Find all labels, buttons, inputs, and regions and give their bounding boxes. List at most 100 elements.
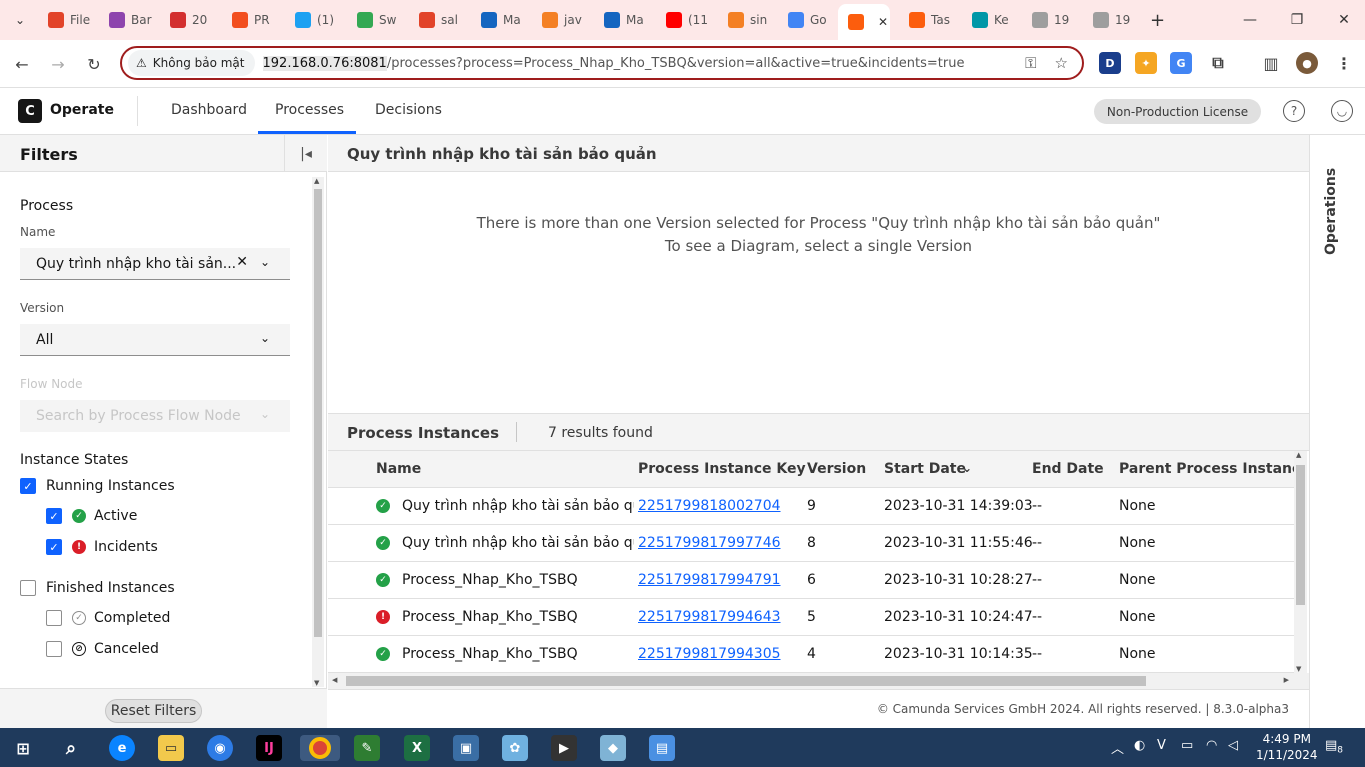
column-end-date[interactable]: End Date xyxy=(1032,461,1104,477)
bookmark-star-icon[interactable]: ☆ xyxy=(1055,54,1068,72)
scroll-down-icon[interactable]: ▼ xyxy=(314,679,319,687)
incidents-checkbox[interactable]: ✓ ! Incidents xyxy=(46,539,158,555)
browser-tab[interactable]: Bar xyxy=(109,8,153,32)
tab-search-icon[interactable]: ⌄ xyxy=(10,10,30,30)
network-app-icon[interactable]: ▣ xyxy=(453,735,479,761)
browser-tab[interactable]: 20 xyxy=(170,8,214,32)
scroll-up-icon[interactable]: ▲ xyxy=(314,177,319,185)
browser-tab[interactable]: (1) xyxy=(295,8,339,32)
browser-tab[interactable]: 19 xyxy=(1032,8,1076,32)
instance-key-link[interactable]: 2251799817994305 xyxy=(638,646,781,662)
instance-key-link[interactable]: 2251799817997746 xyxy=(638,535,781,551)
new-tab-button[interactable]: + xyxy=(1150,8,1172,32)
minimize-icon[interactable]: — xyxy=(1240,10,1260,30)
browser-tab[interactable]: sal xyxy=(419,8,463,32)
scroll-down-icon[interactable]: ▼ xyxy=(1296,665,1301,673)
battery-icon[interactable]: ▭ xyxy=(1181,738,1193,753)
app-icon[interactable]: ◆ xyxy=(600,735,626,761)
collapse-panel-icon[interactable]: |◂ xyxy=(284,135,327,172)
tray-v-icon[interactable]: V xyxy=(1157,738,1166,753)
edge-icon[interactable]: e xyxy=(109,735,135,761)
windows-start-icon[interactable]: ⊞ xyxy=(10,735,36,761)
operations-panel[interactable]: Operations xyxy=(1309,135,1365,728)
extension-colorful-icon[interactable]: ✦ xyxy=(1135,52,1157,74)
completed-checkbox[interactable]: ✓ Completed xyxy=(46,610,170,626)
checkbox-unchecked-icon[interactable] xyxy=(46,610,62,626)
security-chip[interactable]: ⚠ Không bảo mật xyxy=(128,50,255,76)
column-instance-key[interactable]: Process Instance Key xyxy=(638,461,806,477)
table-vertical-scrollbar[interactable]: ▲ ▼ xyxy=(1294,451,1307,673)
browser-tab[interactable]: Go xyxy=(788,8,832,32)
chrome-icon[interactable] xyxy=(300,735,340,761)
scroll-right-icon[interactable]: ▶ xyxy=(1284,676,1289,684)
reset-filters-button[interactable]: Reset Filters xyxy=(105,699,202,723)
chevron-down-icon[interactable]: ⌄ xyxy=(260,255,270,269)
checkbox-checked-icon[interactable]: ✓ xyxy=(46,508,62,524)
back-icon[interactable]: ← xyxy=(10,52,34,76)
checkbox-checked-icon[interactable]: ✓ xyxy=(20,478,36,494)
version-select[interactable]: All ⌄ xyxy=(20,324,290,356)
license-tag[interactable]: Non-Production License xyxy=(1094,99,1261,124)
canceled-checkbox[interactable]: ⊘ Canceled xyxy=(46,641,159,657)
browser-tab[interactable]: 19 xyxy=(1093,8,1137,32)
instance-key-link[interactable]: 2251799818002704 xyxy=(638,498,781,514)
tray-chevron-icon[interactable]: ︿ xyxy=(1111,738,1124,757)
nav-dashboard[interactable]: Dashboard xyxy=(171,102,247,118)
side-panel-icon[interactable]: ▥ xyxy=(1260,52,1282,74)
close-tab-icon[interactable]: ✕ xyxy=(878,15,888,29)
paint-icon[interactable]: ✿ xyxy=(502,735,528,761)
file-explorer-icon[interactable]: ▭ xyxy=(158,735,184,761)
browser-tab[interactable]: Ma xyxy=(604,8,648,32)
column-version[interactable]: Version xyxy=(807,461,866,477)
checkbox-checked-icon[interactable]: ✓ xyxy=(46,539,62,555)
taskbar-clock[interactable]: 4:49 PM 1/11/2024 xyxy=(1256,731,1318,763)
table-row[interactable]: ! Process_Nhap_Kho_TSBQ 2251799817994643 5 2… xyxy=(328,599,1294,636)
sort-descending-icon[interactable]: ⌄ xyxy=(962,461,972,475)
browser-tab[interactable]: Ke xyxy=(972,8,1016,32)
column-start-date[interactable]: Start Date xyxy=(884,461,966,477)
scroll-left-icon[interactable]: ◀ xyxy=(332,676,337,684)
intellij-icon[interactable]: IJ xyxy=(256,735,282,761)
chevron-down-icon[interactable]: ⌄ xyxy=(260,331,270,345)
browser-tab[interactable]: Ma xyxy=(481,8,525,32)
browser-tab[interactable]: sin xyxy=(728,8,772,32)
clear-icon[interactable]: ✕ xyxy=(236,254,248,270)
restore-icon[interactable]: ❐ xyxy=(1287,10,1307,30)
excel-icon[interactable]: X xyxy=(404,735,430,761)
browser-tab[interactable]: PR xyxy=(232,8,276,32)
terminal-icon[interactable]: ▶ xyxy=(551,735,577,761)
translate-extension-icon[interactable]: G xyxy=(1170,52,1192,74)
profile-avatar[interactable]: ● xyxy=(1296,52,1318,74)
checkbox-unchecked-icon[interactable] xyxy=(46,641,62,657)
nav-decisions[interactable]: Decisions xyxy=(375,102,442,118)
scroll-up-icon[interactable]: ▲ xyxy=(1296,451,1301,459)
url-text[interactable]: 192.168.0.76:8081/processes?process=Proc… xyxy=(262,55,964,71)
flow-node-select[interactable]: Search by Process Flow Node ⌄ xyxy=(20,400,290,432)
scrollbar-thumb[interactable] xyxy=(314,189,322,637)
extension-d-icon[interactable]: D xyxy=(1099,52,1121,74)
table-row[interactable]: ✓ Process_Nhap_Kho_TSBQ 2251799817994791 6 2… xyxy=(328,562,1294,599)
operations-label[interactable]: Operations xyxy=(1323,168,1339,255)
table-row[interactable]: ✓ Quy trình nhập kho tài sản bảo quản 2251… xyxy=(328,488,1294,525)
scrollbar-thumb[interactable] xyxy=(346,676,1146,686)
browser-tab[interactable]: Sw xyxy=(357,8,401,32)
filters-scrollbar[interactable]: ▲ ▼ xyxy=(312,177,324,687)
scrollbar-thumb[interactable] xyxy=(1296,465,1305,605)
instance-key-link[interactable]: 2251799817994791 xyxy=(638,572,781,588)
notepad-icon[interactable]: ✎ xyxy=(354,735,380,761)
active-checkbox[interactable]: ✓ ✓ Active xyxy=(46,508,137,524)
browser-tab[interactable]: jav xyxy=(542,8,586,32)
browser-menu-icon[interactable]: ⋮ xyxy=(1333,52,1355,74)
column-name[interactable]: Name xyxy=(376,461,421,477)
tray-app-icon[interactable]: ◐ xyxy=(1134,738,1145,753)
checkbox-unchecked-icon[interactable] xyxy=(20,580,36,596)
help-icon[interactable]: ? xyxy=(1283,100,1305,122)
process-name-select[interactable]: Quy trình nhập kho tài sản... ✕ ⌄ xyxy=(20,248,290,280)
app-icon[interactable]: ◉ xyxy=(207,735,233,761)
document-icon[interactable]: ▤ xyxy=(649,735,675,761)
table-horizontal-scrollbar[interactable]: ◀ ▶ xyxy=(328,673,1309,689)
browser-tab[interactable]: Tas xyxy=(909,8,953,32)
nav-processes[interactable]: Processes xyxy=(275,102,344,118)
volume-icon[interactable]: ◁ xyxy=(1228,738,1238,753)
browser-tab[interactable]: ✕ xyxy=(838,4,890,40)
